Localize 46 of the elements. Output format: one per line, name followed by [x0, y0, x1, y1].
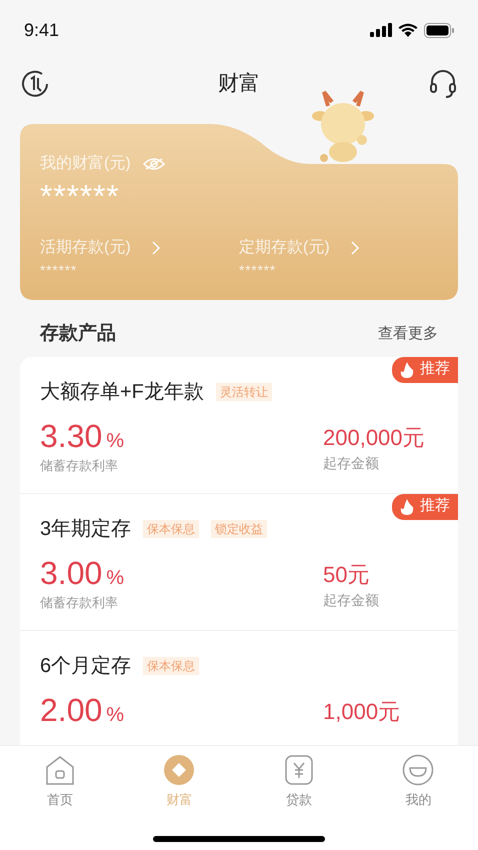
page-title: 财富: [218, 71, 260, 98]
wealth-label: 我的财富(元): [40, 154, 131, 174]
signal-icon: [370, 23, 392, 37]
percent-sign: %: [106, 428, 124, 454]
wealth-value: ******: [40, 177, 121, 216]
flame-icon: [400, 362, 414, 378]
tab-item[interactable]: 财富: [144, 754, 214, 810]
battery-icon: [424, 22, 454, 38]
tab-item[interactable]: 首页: [24, 754, 95, 810]
chevron-right-icon: [150, 240, 161, 256]
recommend-badge: 推荐: [392, 494, 458, 520]
amount-label: 起存金额: [323, 454, 380, 472]
product-card[interactable]: 推荐 3年期定存 保本保息 锁定收益 3.00% 储蓄存款利率 50元 起存金额: [20, 494, 458, 630]
interest-rate: 3.30: [40, 416, 102, 454]
product-name: 3年期定存: [40, 516, 132, 542]
percent-sign: %: [106, 702, 124, 728]
rate-label: 储蓄存款利率: [40, 456, 119, 474]
headset-icon[interactable]: [428, 69, 458, 99]
tab-item[interactable]: 我的: [383, 754, 454, 810]
wifi-icon: [398, 23, 418, 37]
flame-icon: [400, 498, 414, 514]
interest-rate: 2.00: [40, 690, 102, 728]
minimum-amount: 200,000元: [323, 424, 426, 452]
section-title: 存款产品: [40, 322, 116, 346]
interest-rate: 3.00: [40, 554, 102, 592]
recommend-badge: 推荐: [392, 356, 458, 382]
account-value: ******: [239, 261, 277, 280]
chevron-right-icon: [350, 240, 360, 256]
clock-icon[interactable]: [20, 69, 50, 99]
product-card[interactable]: 推荐 大额存单+F龙年款 灵活转让 3.30% 储蓄存款利率 200,000元 起存金额: [20, 356, 458, 494]
percent-sign: %: [106, 566, 124, 590]
product-tag: 灵活转让: [216, 382, 272, 400]
dragon-mascot-drawing: [312, 90, 374, 162]
product-tag: 保本保息: [143, 656, 200, 674]
account-value: ******: [40, 261, 78, 280]
minimum-amount: 50元: [323, 560, 370, 588]
product-tag: 锁定收益: [211, 520, 268, 538]
product-tag: 保本保息: [143, 520, 200, 538]
status-time: 9:41: [24, 18, 60, 42]
tab-item[interactable]: 贷款: [264, 754, 334, 810]
minimum-amount: 1,000元: [323, 698, 402, 726]
product-name: 大额存单+F龙年款: [40, 380, 204, 404]
rate-label: 储蓄存款利率: [40, 594, 119, 612]
more-link[interactable]: 查看更多: [378, 323, 438, 346]
amount-label: 起存金额: [323, 590, 380, 610]
product-name: 6个月定存: [40, 654, 132, 678]
